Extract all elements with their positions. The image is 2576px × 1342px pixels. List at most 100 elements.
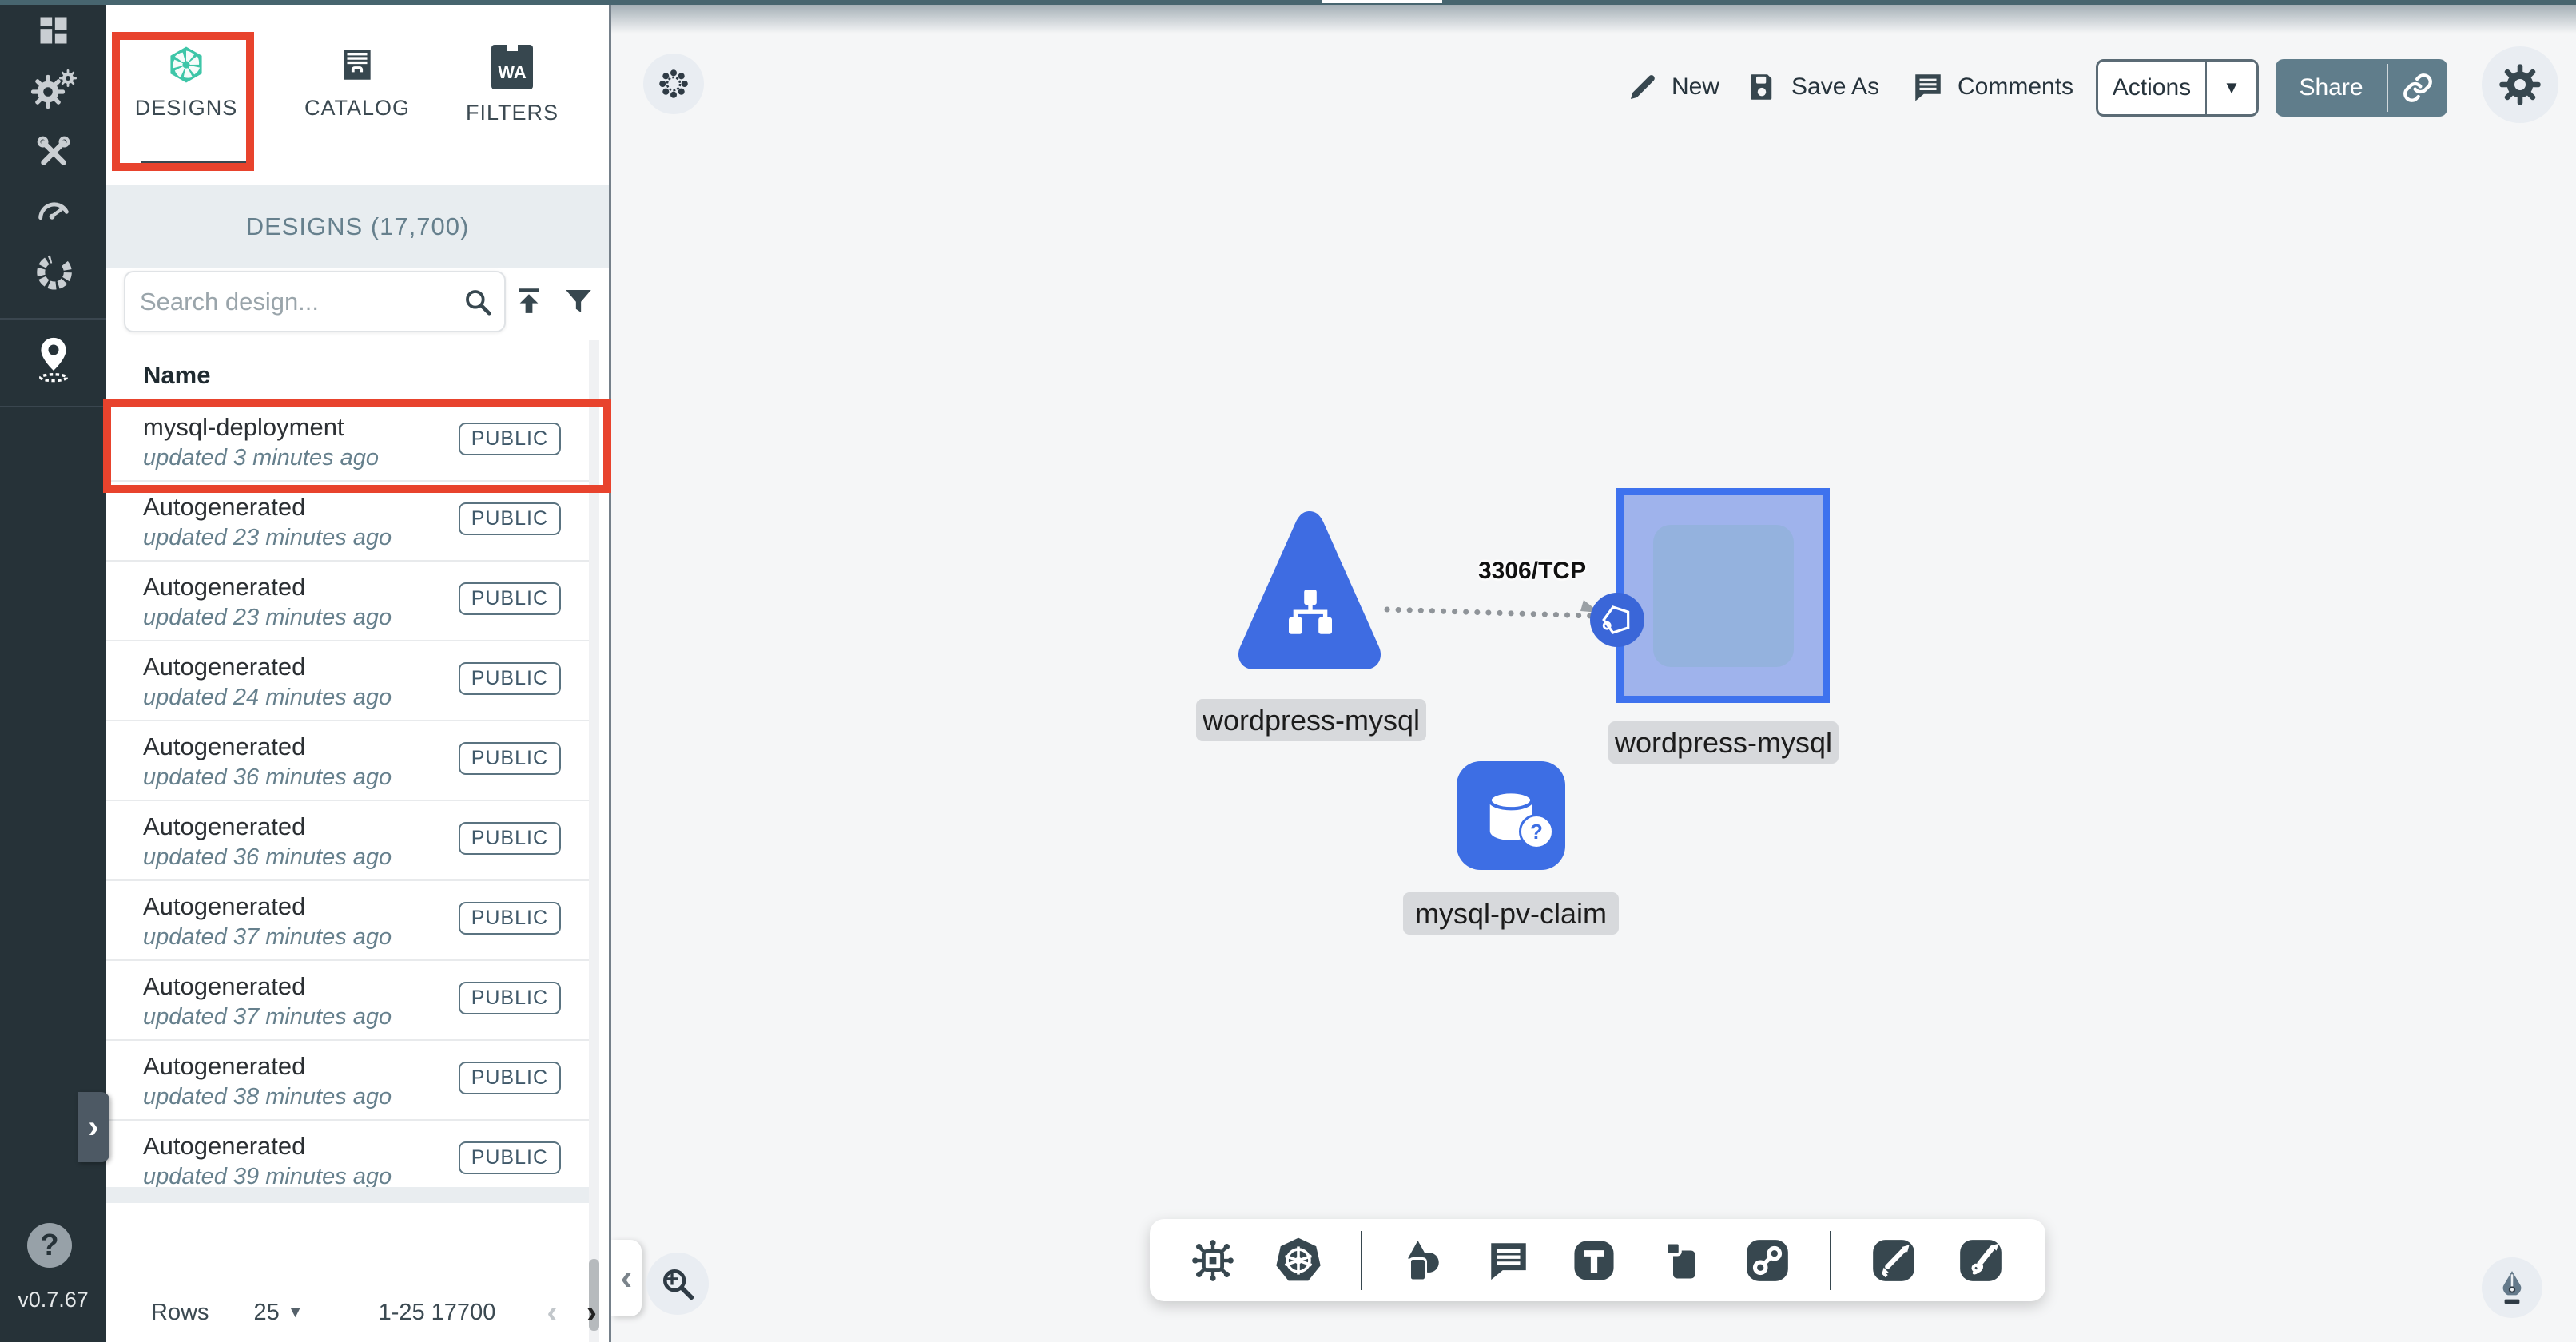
tab-designs[interactable]: DESIGNS xyxy=(114,16,258,168)
design-name: Autogenerated xyxy=(143,892,305,921)
comment-tool-icon[interactable] xyxy=(1485,1237,1532,1284)
note-tool-icon[interactable] xyxy=(1657,1237,1705,1284)
canvas-dock xyxy=(1150,1219,2045,1301)
help-button[interactable]: ? xyxy=(27,1223,72,1268)
sidebar-item-performance[interactable] xyxy=(0,192,106,228)
node-deployment-label: wordpress-mysql xyxy=(1608,721,1839,764)
settings-button[interactable] xyxy=(2482,46,2558,123)
designs-panel: DESIGNS CATALOG WA FILTERS DESIGNS (17,7… xyxy=(106,5,611,1342)
design-name: Autogenerated xyxy=(143,1132,305,1161)
dot-burst-icon xyxy=(656,66,691,101)
search-input[interactable] xyxy=(125,288,463,316)
chevron-left-icon: ‹ xyxy=(621,1258,633,1298)
page-range: 1-25 17700 xyxy=(379,1300,496,1326)
save-as-button[interactable]: Save As xyxy=(1745,59,1879,115)
catalog-icon xyxy=(337,45,377,85)
kubernetes-icon[interactable] xyxy=(1274,1236,1323,1285)
actions-dropdown-caret[interactable]: ▼ xyxy=(2207,77,2256,98)
list-scrollbar-track[interactable] xyxy=(589,340,599,1342)
active-tab-underline xyxy=(141,161,247,166)
node-service-shape[interactable] xyxy=(1234,505,1385,682)
design-updated: updated 36 minutes ago xyxy=(143,844,392,871)
prev-page-button[interactable]: ‹ xyxy=(547,1295,557,1331)
zoom-in-button[interactable]: + xyxy=(646,1253,709,1315)
visibility-badge: PUBLIC xyxy=(459,502,561,535)
components-icon[interactable] xyxy=(1190,1237,1236,1284)
top-drawer-handle[interactable] xyxy=(1322,0,1442,3)
new-label: New xyxy=(1672,73,1719,101)
sidebar-item-lifecycle[interactable] xyxy=(0,73,106,110)
shapes-tool-icon[interactable] xyxy=(1400,1237,1448,1284)
sidebar-item-dashboard[interactable] xyxy=(0,13,106,48)
design-updated: updated 38 minutes ago xyxy=(143,1084,392,1110)
design-updated: updated 23 minutes ago xyxy=(143,525,392,551)
design-name: Autogenerated xyxy=(143,493,305,522)
unknown-badge: ? xyxy=(1519,814,1554,849)
copy-link-button[interactable] xyxy=(2388,72,2447,104)
design-updated: updated 24 minutes ago xyxy=(143,685,392,711)
next-page-button[interactable]: › xyxy=(586,1295,597,1331)
visibility-badge: PUBLIC xyxy=(459,902,561,935)
deployment-port-badge[interactable] xyxy=(1588,591,1646,649)
share-label[interactable]: Share xyxy=(2276,74,2387,101)
actions-split-button[interactable]: Actions ▼ xyxy=(2096,59,2259,117)
node-pvc-shape[interactable]: ? xyxy=(1457,761,1565,870)
tab-catalog[interactable]: CATALOG xyxy=(285,16,429,168)
rows-per-page-select[interactable]: 25 xyxy=(254,1300,280,1326)
tab-filters[interactable]: WA FILTERS xyxy=(440,16,584,168)
design-search[interactable] xyxy=(124,271,506,332)
actions-label[interactable]: Actions xyxy=(2098,74,2205,101)
list-item[interactable]: Autogenerated updated 37 minutes ago PUB… xyxy=(106,881,599,961)
comments-button[interactable]: Comments xyxy=(1911,59,2073,115)
top-shadow xyxy=(611,5,2576,34)
list-item[interactable]: Autogenerated updated 24 minutes ago PUB… xyxy=(106,641,599,721)
sidebar-expand-handle[interactable]: › xyxy=(78,1092,109,1162)
design-name: mysql-deployment xyxy=(143,413,344,442)
filter-list-icon[interactable] xyxy=(562,284,595,318)
design-name: Autogenerated xyxy=(143,733,305,761)
dock-divider xyxy=(1361,1231,1362,1290)
chevron-right-icon: › xyxy=(88,1110,98,1145)
sidebar-divider xyxy=(0,406,106,407)
freehand-draw-tool-icon[interactable] xyxy=(1956,1236,2006,1285)
list-end-strip xyxy=(106,1187,599,1203)
list-item[interactable]: Autogenerated updated 23 minutes ago PUB… xyxy=(106,482,599,562)
sign-pen-button[interactable] xyxy=(2482,1257,2542,1318)
rows-label: Rows xyxy=(151,1300,209,1326)
tab-filters-label: FILTERS xyxy=(466,101,559,125)
dock-divider xyxy=(1830,1231,1831,1290)
upload-design-icon[interactable] xyxy=(512,284,546,318)
save-icon xyxy=(1745,70,1779,104)
visibility-badge: PUBLIC xyxy=(459,982,561,1014)
canvas-menu-button[interactable] xyxy=(643,54,704,114)
design-name: Autogenerated xyxy=(143,972,305,1001)
list-item[interactable]: mysql-deployment updated 3 minutes ago P… xyxy=(106,402,599,482)
relationship-tool-icon[interactable] xyxy=(1743,1236,1792,1285)
sidebar-item-configuration[interactable] xyxy=(0,134,106,171)
design-updated: updated 3 minutes ago xyxy=(143,445,379,471)
list-item[interactable]: Autogenerated updated 36 minutes ago PUB… xyxy=(106,721,599,801)
design-updated: updated 23 minutes ago xyxy=(143,605,392,631)
panel-collapse-handle[interactable]: ‹ xyxy=(611,1240,642,1316)
list-item[interactable]: Autogenerated updated 37 minutes ago PUB… xyxy=(106,961,599,1041)
design-list: mysql-deployment updated 3 minutes ago P… xyxy=(106,402,599,1201)
list-item[interactable]: Autogenerated updated 36 minutes ago PUB… xyxy=(106,801,599,881)
text-tool-icon[interactable] xyxy=(1569,1236,1619,1285)
tab-catalog-label: CATALOG xyxy=(304,96,410,121)
list-item[interactable]: Autogenerated updated 38 minutes ago PUB… xyxy=(106,1041,599,1121)
share-split-button[interactable]: Share xyxy=(2276,59,2447,117)
pencil-icon xyxy=(1627,71,1659,103)
list-item[interactable]: Autogenerated updated 23 minutes ago PUB… xyxy=(106,562,599,641)
wasm-filter-icon: WA xyxy=(491,45,533,89)
sidebar-divider xyxy=(0,318,106,320)
edge-service-to-deployment[interactable] xyxy=(1382,595,1622,627)
comments-label: Comments xyxy=(1958,73,2073,101)
sidebar-item-extensions[interactable] xyxy=(0,252,106,291)
new-design-button[interactable]: New xyxy=(1627,59,1719,115)
meshery-logo-icon xyxy=(166,45,206,85)
sidebar-item-kanvas[interactable] xyxy=(0,336,106,385)
node-deployment-shape[interactable] xyxy=(1616,488,1830,703)
edge-draw-tool-icon[interactable] xyxy=(1869,1236,1918,1285)
chevron-down-icon[interactable]: ▼ xyxy=(288,1304,304,1322)
pagination: Rows 25 ▼ 1-25 17700 ‹ › xyxy=(106,1283,599,1342)
